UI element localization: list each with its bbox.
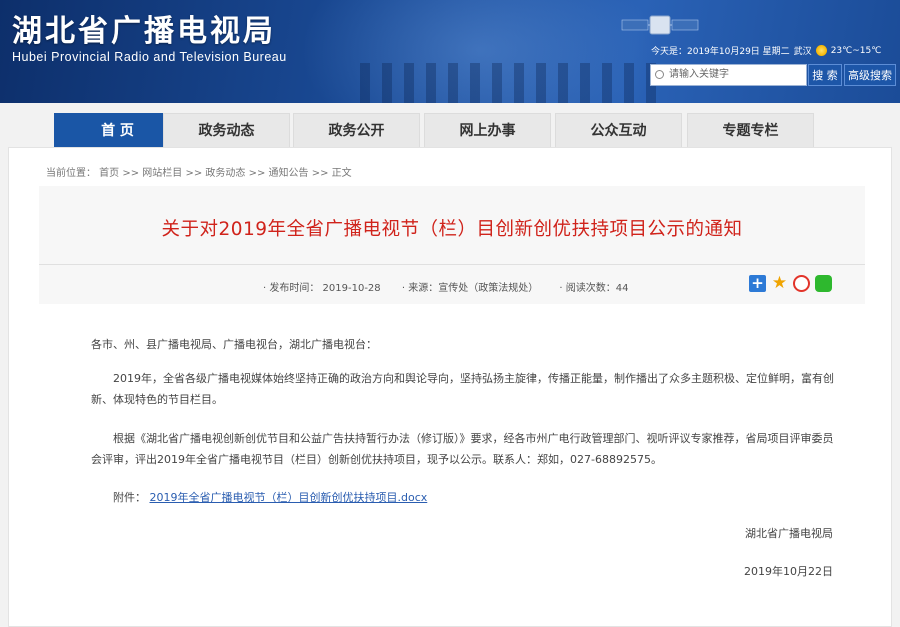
article-meta: · 发布时间： 2019-10-28 · 来源：宣传处（政策法规处） · 阅读次… (263, 279, 646, 294)
tab-online-services[interactable]: 网上办事 (424, 113, 551, 147)
main-nav: 首 页 政务动态 政务公开 网上办事 公众互动 专题专栏 (0, 103, 900, 147)
signature: 湖北省广播电视局 (745, 527, 833, 540)
breadcrumb[interactable]: 当前位置： 首页 >> 网站栏目 >> 政务动态 >> 通知公告 >> 正文 (46, 164, 352, 179)
attachment-link[interactable]: 2019年全省广播电视节（栏）目创新创优扶持项目.docx (150, 491, 428, 504)
article-header: 关于对2019年全省广播电视节（栏）目创新创优扶持项目公示的通知 · 发布时间：… (39, 186, 865, 304)
attachment-label: 附件： (113, 491, 146, 504)
advanced-search-button[interactable]: 高级搜索 (844, 64, 896, 86)
publish-date: · 发布时间： 2019-10-28 (263, 283, 381, 294)
sun-icon (815, 45, 827, 56)
tab-special-topics[interactable]: 专题专栏 (687, 113, 814, 147)
wechat-icon[interactable] (815, 275, 832, 292)
weather-city: 武汉 (793, 47, 812, 57)
header-divider (39, 264, 865, 265)
weibo-icon[interactable] (793, 275, 810, 292)
content-panel: 当前位置： 首页 >> 网站栏目 >> 政务动态 >> 通知公告 >> 正文 关… (8, 147, 892, 627)
article-source: · 来源：宣传处（政策法规处） (401, 283, 539, 294)
search-button[interactable]: 搜 索 (808, 64, 842, 86)
satellite-icon (621, 15, 699, 35)
tab-public-interaction[interactable]: 公众互动 (555, 113, 682, 147)
tab-home[interactable]: 首 页 (54, 113, 181, 147)
paragraph-2: 根据《湖北省广播电视创新创优节目和公益广告扶持暂行办法（修订版）》要求，经各市州… (91, 432, 834, 466)
view-count: · 阅读次数：44 (559, 283, 629, 294)
attachment-row: 附件： 2019年全省广播电视节（栏）目创新创优扶持项目.docx (91, 487, 843, 508)
search-input[interactable]: 请输入关键字 (650, 64, 807, 86)
salutation: 各市、州、县广播电视局、广播电视台，湖北广播电视台： (91, 338, 377, 351)
site-title[interactable]: 湖北省广播电视局 (12, 6, 276, 50)
share-bar: + ★ (749, 275, 832, 292)
date-weather: 今天是：2019年10月29日 星期二 武汉 23℃~15℃ (651, 44, 881, 57)
header-banner: 湖北省广播电视局 Hubei Provincial Radio and Tele… (0, 0, 900, 103)
paragraph-1: 2019年，全省各级广播电视媒体始终坚持正确的政治方向和舆论导向，坚持弘扬主旋律… (91, 372, 834, 406)
favorite-star-icon[interactable]: ★ (771, 275, 788, 292)
sign-date: 2019年10月22日 (744, 565, 833, 578)
banner-skyline (360, 63, 660, 103)
date-text: 今天是：2019年10月29日 星期二 (651, 47, 790, 57)
search-icon (655, 70, 664, 79)
article-title: 关于对2019年全省广播电视节（栏）目创新创优扶持项目公示的通知 (161, 219, 743, 240)
tab-government-news[interactable]: 政务动态 (163, 113, 290, 147)
share-plus-icon[interactable]: + (749, 275, 766, 292)
weather-temp: 23℃~15℃ (830, 45, 882, 56)
tab-government-disclosure[interactable]: 政务公开 (293, 113, 420, 147)
site-subtitle: Hubei Provincial Radio and Television Bu… (12, 50, 287, 64)
